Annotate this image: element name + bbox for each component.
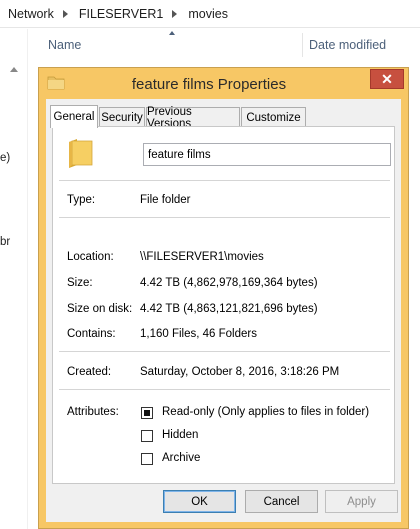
apply-button-label: Apply — [347, 495, 376, 508]
size-on-disk-value: 4.42 TB (4,863,121,821,696 bytes) — [140, 303, 318, 315]
breadcrumb: Network FILESERVER1 movies — [0, 0, 420, 28]
divider — [59, 389, 390, 390]
folder-name-field[interactable] — [143, 143, 391, 166]
readonly-checkbox[interactable] — [141, 407, 153, 419]
archive-label[interactable]: Archive — [162, 452, 200, 464]
navigation-pane — [0, 29, 28, 529]
ok-button-label: OK — [191, 495, 208, 508]
close-button[interactable]: ✕ — [370, 69, 404, 89]
sort-ascending-icon — [169, 31, 175, 35]
divider — [59, 217, 390, 218]
ok-button[interactable]: OK — [163, 490, 236, 513]
size-label: Size: — [67, 277, 93, 289]
scroll-up-icon[interactable] — [10, 67, 18, 72]
location-label: Location: — [67, 251, 114, 263]
contains-value: 1,160 Files, 46 Folders — [140, 328, 257, 340]
created-value: Saturday, October 8, 2016, 3:18:26 PM — [140, 366, 340, 378]
tab-customize-label: Customize — [246, 111, 301, 124]
breadcrumb-movies[interactable]: movies — [188, 7, 228, 21]
attributes-label: Attributes: — [67, 406, 119, 418]
dialog-client-area: General Security Previous Versions Custo… — [46, 99, 401, 522]
contains-label: Contains: — [67, 328, 116, 340]
chevron-right-icon[interactable] — [172, 9, 178, 18]
type-value: File folder — [140, 194, 191, 206]
location-value: \\FILESERVER1\movies — [140, 251, 264, 263]
breadcrumb-network[interactable]: Network — [8, 7, 54, 21]
cancel-button-label: Cancel — [263, 495, 300, 508]
hidden-checkbox[interactable] — [141, 430, 153, 442]
size-value: 4.42 TB (4,862,978,169,364 bytes) — [140, 277, 318, 289]
folder-icon — [69, 139, 93, 168]
navigation-item-fragment[interactable]: br — [0, 236, 10, 248]
archive-checkbox[interactable] — [141, 453, 153, 465]
column-header-name[interactable]: Name — [48, 38, 81, 52]
navigation-item-fragment[interactable]: e) — [0, 152, 10, 164]
tab-general-label: General — [53, 111, 95, 123]
column-header-row: Name Date modified — [30, 29, 420, 61]
cancel-button[interactable]: Cancel — [245, 490, 318, 513]
dialog-title: feature films Properties — [131, 76, 287, 93]
apply-button[interactable]: Apply — [325, 490, 398, 513]
hidden-label[interactable]: Hidden — [162, 429, 198, 441]
tab-security-label: Security — [101, 111, 143, 124]
properties-dialog: feature films Properties ✕ General Secur… — [38, 67, 409, 529]
general-tab-panel: Type: File folder Location: \\FILESERVER… — [52, 126, 395, 484]
tab-customize[interactable]: Customize — [241, 107, 306, 127]
dialog-titlebar[interactable]: feature films Properties ✕ — [39, 68, 408, 98]
created-label: Created: — [67, 366, 112, 378]
column-header-date-modified[interactable]: Date modified — [309, 38, 386, 52]
close-icon: ✕ — [381, 70, 393, 87]
divider — [59, 180, 390, 181]
tab-general[interactable]: General — [50, 105, 98, 128]
divider — [59, 351, 390, 352]
breadcrumb-fileserver1[interactable]: FILESERVER1 — [79, 7, 164, 21]
type-label: Type: — [67, 194, 96, 206]
column-divider[interactable] — [302, 33, 303, 57]
chevron-right-icon[interactable] — [62, 9, 68, 18]
readonly-label[interactable]: Read-only (Only applies to files in fold… — [162, 406, 369, 418]
tab-security[interactable]: Security — [99, 107, 145, 127]
size-on-disk-label: Size on disk: — [67, 303, 133, 315]
tab-previous-versions[interactable]: Previous Versions — [146, 106, 240, 130]
